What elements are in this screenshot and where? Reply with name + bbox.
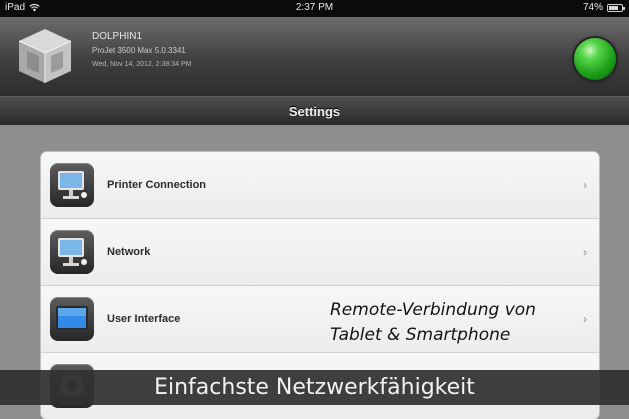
nav-bar: Settings: [0, 96, 629, 125]
status-time: 2:37 PM: [295, 2, 334, 13]
chevron-right-icon: ›: [583, 245, 587, 259]
printer-status-light[interactable]: [574, 38, 616, 80]
overlay-text: Remote-Verbindung von Tablet & Smartphon…: [330, 298, 620, 348]
overlay-line-2: Tablet & Smartphone: [330, 325, 511, 345]
monitor-network-icon: [50, 230, 94, 274]
settings-row-printer-connection[interactable]: Printer Connection ›: [41, 152, 599, 219]
battery-icon: [607, 3, 625, 12]
status-right: 74%: [582, 2, 625, 13]
settings-row-label: Printer Connection: [107, 179, 207, 191]
caption-text: Einfachste Netzwerkfähigkeit: [154, 375, 475, 400]
printer-cube-icon: [18, 29, 72, 83]
overlay-line-1: Remote-Verbindung von: [330, 300, 536, 320]
status-bar: iPad 2:37 PM 74%: [0, 0, 629, 17]
settings-row-label: User Interface: [107, 313, 181, 325]
printer-name: DOLPHIN1: [92, 31, 143, 42]
monitor-network-icon: [50, 163, 94, 207]
printer-info: DOLPHIN1 ProJet 3500 Max 5.0.3341 Wed, N…: [92, 30, 192, 72]
nav-title: Settings: [288, 103, 341, 119]
settings-row-label: Network: [107, 246, 151, 258]
printer-datetime: Wed, Nov 14, 2012, 2:38:34 PM: [92, 61, 192, 68]
settings-row-network[interactable]: Network ›: [41, 219, 599, 286]
printer-header: DOLPHIN1 ProJet 3500 Max 5.0.3341 Wed, N…: [0, 17, 629, 96]
caption-bar: Einfachste Netzwerkfähigkeit: [0, 370, 629, 405]
chevron-right-icon: ›: [583, 178, 587, 192]
printer-model: ProJet 3500 Max 5.0.3341: [92, 46, 186, 55]
battery-percent: 74%: [582, 2, 603, 13]
monitor-icon: [50, 297, 94, 341]
